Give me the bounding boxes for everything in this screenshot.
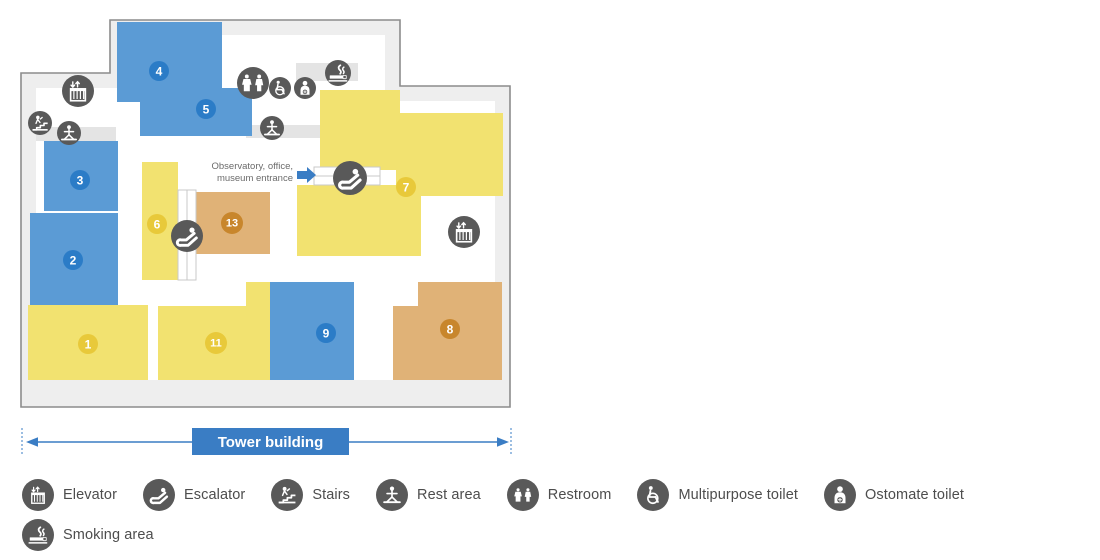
smoking-area-icon [22,519,54,551]
area-badge-6[interactable]: 6 [147,214,167,234]
area-badge-label: 13 [226,218,238,230]
legend-item-smoking-area: Smoking area [22,519,154,551]
restroom-icon [506,479,539,511]
multipurpose-toilet-icon[interactable] [269,77,291,99]
entrance-label-line2: museum entrance [217,173,293,184]
area-badge-7[interactable]: 7 [396,177,416,197]
legend-label-multipurpose-toilet: Multipurpose toilet [678,487,799,503]
legend-item-ostomate-toilet: Ostomate toilet [824,479,964,511]
floor-map: Observatory, office, museum entrance 1 2… [0,0,540,420]
stairs-icon [271,479,304,511]
tower-label: Tower building [218,434,324,451]
escalator-icon [143,479,175,511]
area-badge-2[interactable]: 2 [63,250,83,270]
rest-area-icon[interactable] [57,121,81,145]
ostomate-toilet-icon[interactable] [294,77,316,99]
legend-label-elevator: Elevator [63,487,117,503]
elevator-icon-2[interactable] [448,216,480,248]
elevator-icon[interactable] [62,75,94,107]
escalator-icon-horizontal[interactable] [333,161,367,195]
area-9[interactable] [270,282,354,380]
legend-row-2: Smoking area [22,515,1082,555]
escalator-icon-vertical[interactable] [171,220,203,252]
area-badge-label: 4 [156,65,163,79]
area-badge-11[interactable]: 11 [205,332,227,354]
legend-label-rest-area: Rest area [417,487,481,503]
legend-label-restroom: Restroom [547,487,612,503]
area-badge-label: 3 [77,174,84,188]
area-badge-label: 11 [210,338,222,350]
legend-item-escalator: Escalator [143,479,245,511]
legend-item-multipurpose-toilet: Multipurpose toilet [637,479,798,511]
legend-item-rest-area: Rest area [376,479,481,511]
legend-label-smoking-area: Smoking area [63,527,154,543]
area-badge-5[interactable]: 5 [196,99,216,119]
area-badge-label: 2 [70,254,77,268]
area-badge-label: 7 [403,181,410,195]
legend-item-restroom: Restroom [506,479,612,511]
multipurpose-toilet-icon [637,479,670,511]
area-badge-8[interactable]: 8 [440,319,460,339]
legend: Elevator Escalator Stairs Rest area Rest [22,475,1082,555]
area-badge-label: 1 [85,338,92,352]
restroom-icon[interactable] [237,67,269,99]
ostomate-toilet-icon [824,479,857,511]
rest-area-icon [376,479,409,511]
stairs-icon[interactable] [28,111,52,135]
area-badge-label: 5 [203,103,210,117]
tower-label-chip: Tower building [192,428,349,455]
entrance-label-line1: Observatory, office, [212,161,294,172]
legend-label-escalator: Escalator [184,487,246,503]
area-badge-label: 6 [154,218,161,232]
legend-item-stairs: Stairs [271,479,350,511]
legend-item-elevator: Elevator [22,479,117,511]
area-badge-label: 8 [447,323,454,337]
legend-row-1: Elevator Escalator Stairs Rest area Rest [22,475,1082,515]
smoking-area-icon[interactable] [325,60,351,86]
tower-building-indicator: Tower building [0,420,540,465]
legend-label-ostomate-toilet: Ostomate toilet [865,487,965,503]
area-badge-label: 9 [323,327,330,341]
area-badge-1[interactable]: 1 [78,334,98,354]
area-badge-13[interactable]: 13 [221,212,243,234]
rest-area-icon-2[interactable] [260,116,284,140]
area-badge-9[interactable]: 9 [316,323,336,343]
elevator-icon [22,479,54,511]
area-badge-4[interactable]: 4 [149,61,169,81]
area-badge-3[interactable]: 3 [70,170,90,190]
legend-label-stairs: Stairs [312,487,351,503]
